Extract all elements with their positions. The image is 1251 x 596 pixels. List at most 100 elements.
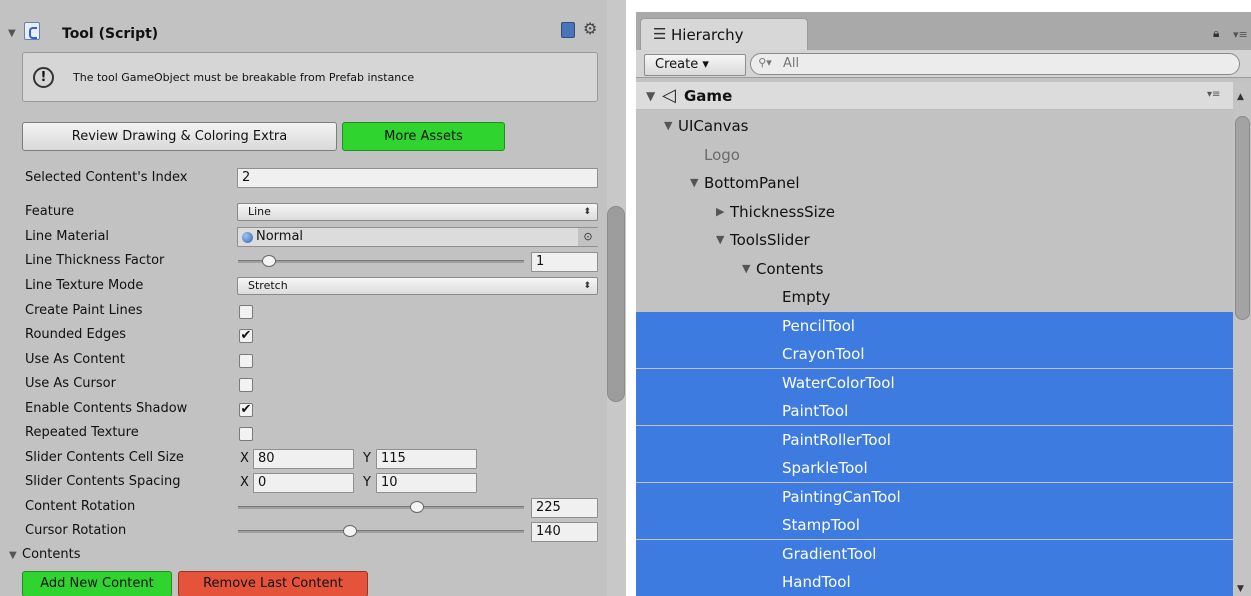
- hierarchy-row-label: BottomPanel: [704, 174, 800, 192]
- checkbox[interactable]: ✔: [239, 403, 253, 417]
- checkbox-label: Use As Content: [25, 352, 125, 367]
- content-rotation-label: Content Rotation: [25, 499, 136, 514]
- checkbox[interactable]: [239, 378, 253, 392]
- hierarchy-row-label: PaintingCanTool: [782, 488, 901, 506]
- scene-foldout-arrow-icon[interactable]: ▼: [646, 89, 655, 103]
- hierarchy-row[interactable]: PencilTool: [636, 312, 1233, 340]
- collapse-arrow-icon[interactable]: ▼: [664, 112, 672, 140]
- line-thickness-field[interactable]: 1: [531, 252, 598, 272]
- checkbox[interactable]: ✔: [239, 329, 253, 343]
- object-picker-icon[interactable]: ⊙: [578, 228, 598, 246]
- selected-index-label: Selected Content's Index: [25, 170, 188, 185]
- checkbox[interactable]: [239, 354, 253, 368]
- line-thickness-slider-track[interactable]: [238, 260, 524, 263]
- inspector-scrollbar-thumb[interactable]: [607, 206, 625, 402]
- panel-divider: [626, 0, 636, 596]
- hierarchy-row[interactable]: ▼ BottomPanel: [636, 169, 1233, 197]
- help-book-icon[interactable]: [561, 22, 575, 38]
- expand-arrow-icon[interactable]: ▶: [716, 198, 724, 226]
- hierarchy-row[interactable]: PaintingCanTool: [636, 483, 1233, 511]
- spacing-label: Slider Contents Spacing: [25, 474, 181, 489]
- hierarchy-row[interactable]: HandTool: [636, 568, 1233, 596]
- hierarchy-search-input[interactable]: All: [750, 53, 1240, 75]
- hierarchy-row[interactable]: ▶ ThicknessSize: [636, 198, 1233, 226]
- cursor-rotation-field[interactable]: 140: [531, 522, 598, 542]
- line-material-field[interactable]: Normal ⊙: [237, 227, 598, 247]
- hierarchy-row[interactable]: GradientTool: [636, 540, 1233, 568]
- hierarchy-row[interactable]: StampTool: [636, 511, 1233, 539]
- remove-last-content-button[interactable]: Remove Last Content: [178, 571, 368, 596]
- hierarchy-toolbar: Create ▾ All ⚲▾: [636, 50, 1251, 78]
- hierarchy-row[interactable]: CrayonTool: [636, 340, 1233, 368]
- hierarchy-row-label: StampTool: [782, 516, 860, 534]
- collapse-arrow-icon[interactable]: ▼: [742, 255, 750, 283]
- panel-menu-icon[interactable]: ▾≡: [1233, 28, 1248, 41]
- gear-icon[interactable]: ⚙: [583, 19, 597, 38]
- checkbox-label: Use As Cursor: [25, 376, 116, 391]
- cell-size-label: Slider Contents Cell Size: [25, 450, 184, 465]
- scroll-up-icon[interactable]: ▲: [1237, 92, 1244, 102]
- cell-size-y-field[interactable]: 115: [376, 449, 477, 469]
- hierarchy-row[interactable]: Empty: [636, 283, 1233, 311]
- help-box-message: The tool GameObject must be breakable fr…: [73, 71, 415, 84]
- hierarchy-panel: ☰ Hierarchy 🔒︎ ▾≡ Create ▾ All ⚲▾ ▼ ◁ Ga…: [636, 12, 1251, 596]
- cell-size-x-field[interactable]: 80: [253, 449, 354, 469]
- content-rotation-slider-track[interactable]: [238, 506, 524, 509]
- collapse-arrow-icon[interactable]: ▼: [690, 169, 698, 197]
- scene-row[interactable]: ▼ ◁ Game ▾≡: [636, 82, 1233, 110]
- contents-foldout-arrow-icon[interactable]: ▼: [9, 550, 17, 561]
- checkbox[interactable]: [239, 427, 253, 441]
- line-material-value: Normal: [256, 229, 304, 244]
- foldout-arrow-icon[interactable]: ▼: [8, 28, 16, 39]
- hierarchy-tab-bar: ☰ Hierarchy 🔒︎ ▾≡: [636, 12, 1251, 50]
- hierarchy-row[interactable]: ▼ Contents: [636, 255, 1233, 283]
- content-rotation-slider-thumb[interactable]: [410, 501, 424, 513]
- line-material-label: Line Material: [25, 229, 110, 244]
- hierarchy-row[interactable]: SparkleTool: [636, 454, 1233, 482]
- hierarchy-row-label: ThicknessSize: [730, 203, 835, 221]
- hierarchy-row-label: PaintTool: [782, 402, 849, 420]
- hierarchy-row-label: UICanvas: [678, 117, 749, 135]
- hierarchy-row-label: Empty: [782, 288, 831, 306]
- hierarchy-row[interactable]: WaterColorTool: [636, 369, 1233, 397]
- inspector-panel: ▼ Tool (Script) ⚙ ! The tool GameObject …: [0, 0, 626, 596]
- more-assets-button[interactable]: More Assets: [342, 122, 505, 151]
- search-icon[interactable]: ⚲▾: [750, 53, 780, 75]
- checkbox-label: Create Paint Lines: [25, 303, 143, 318]
- hierarchy-scrollbar-thumb[interactable]: [1235, 116, 1250, 320]
- collapse-arrow-icon[interactable]: ▼: [716, 226, 724, 254]
- hierarchy-row[interactable]: PaintRollerTool: [636, 426, 1233, 454]
- review-button[interactable]: Review Drawing & Coloring Extra: [22, 122, 337, 151]
- content-rotation-field[interactable]: 225: [531, 498, 598, 518]
- hierarchy-row[interactable]: ▼ UICanvas: [636, 112, 1233, 140]
- hierarchy-tab[interactable]: ☰ Hierarchy: [640, 18, 808, 50]
- lock-icon[interactable]: 🔒︎: [1213, 26, 1219, 41]
- spacing-y-field[interactable]: 10: [376, 473, 477, 493]
- add-new-content-button[interactable]: Add New Content: [22, 571, 172, 596]
- hierarchy-row-label: PencilTool: [782, 317, 855, 335]
- hierarchy-row[interactable]: ▼ ToolsSlider: [636, 226, 1233, 254]
- cell-size-y-label: Y: [363, 451, 371, 466]
- contents-foldout-label[interactable]: Contents: [22, 547, 80, 562]
- scroll-down-icon[interactable]: ▼: [1237, 584, 1244, 594]
- cursor-rotation-slider-thumb[interactable]: [343, 525, 357, 537]
- line-texture-mode-dropdown[interactable]: Stretch ⬍: [237, 277, 598, 295]
- selected-index-field[interactable]: 2: [237, 168, 598, 188]
- feature-label: Feature: [25, 204, 75, 219]
- checkbox[interactable]: [239, 305, 253, 319]
- hierarchy-row[interactable]: Logo: [636, 141, 1233, 169]
- component-header[interactable]: ▼ Tool (Script) ⚙: [0, 8, 612, 44]
- line-thickness-slider-thumb[interactable]: [262, 255, 276, 267]
- component-title: Tool (Script): [62, 26, 159, 42]
- spacing-x-field[interactable]: 0: [253, 473, 354, 493]
- hierarchy-row-label: HandTool: [782, 573, 851, 591]
- line-thickness-label: Line Thickness Factor: [25, 253, 165, 268]
- cursor-rotation-slider-track[interactable]: [238, 530, 524, 533]
- feature-dropdown[interactable]: Line ⬍: [237, 203, 598, 221]
- checkbox-label: Enable Contents Shadow: [25, 401, 188, 416]
- hierarchy-row[interactable]: PaintTool: [636, 397, 1233, 425]
- line-texture-mode-label: Line Texture Mode: [25, 278, 144, 293]
- hierarchy-row-label: ToolsSlider: [730, 231, 810, 249]
- create-dropdown-button[interactable]: Create ▾: [644, 54, 746, 76]
- scene-menu-icon[interactable]: ▾≡: [1207, 89, 1220, 100]
